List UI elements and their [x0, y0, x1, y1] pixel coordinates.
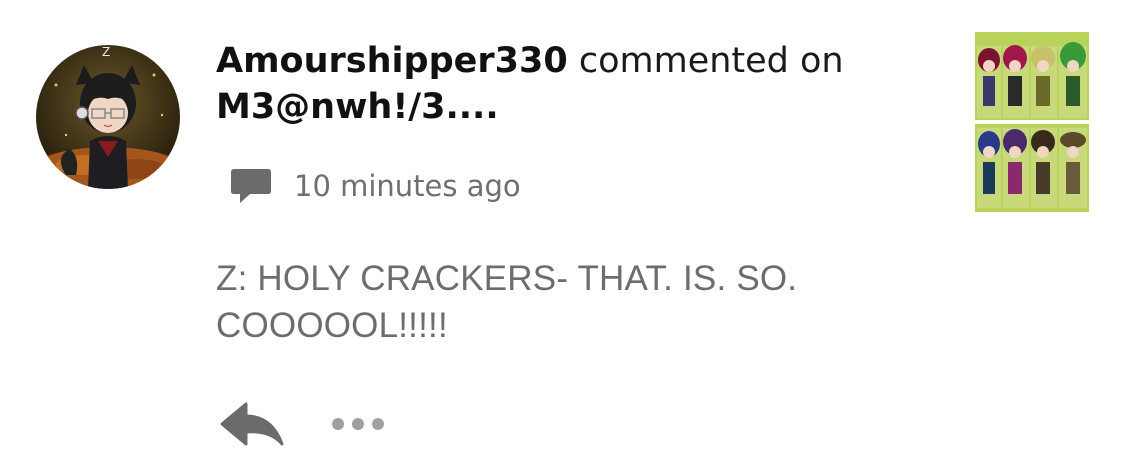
- avatar-image: [36, 45, 180, 189]
- comment-header: Amourshipper330 commented on M3@nwh!/3..…: [216, 38, 936, 130]
- post-thumbnail[interactable]: [975, 32, 1089, 212]
- comment-text: Z: HOLY CRACKERS- THAT. IS. SO. COOOOOL!…: [216, 259, 798, 345]
- post-title-link[interactable]: M3@nwh!/3....: [216, 87, 499, 127]
- username-link[interactable]: Amourshipper330: [216, 41, 568, 81]
- reply-arrow-icon: [220, 402, 284, 446]
- comment-meta: 10 minutes ago: [230, 166, 521, 206]
- comment-bubble-icon: [231, 169, 271, 203]
- avatar-letter: Z: [102, 45, 111, 59]
- timestamp: 10 minutes ago: [294, 169, 521, 203]
- more-dots-icon: [332, 418, 384, 430]
- reply-button[interactable]: [220, 400, 286, 448]
- avatar[interactable]: Z: [36, 45, 180, 189]
- more-options-button[interactable]: [330, 414, 390, 434]
- post-thumbnail-image: [975, 32, 1089, 212]
- action-text: commented on: [578, 41, 844, 81]
